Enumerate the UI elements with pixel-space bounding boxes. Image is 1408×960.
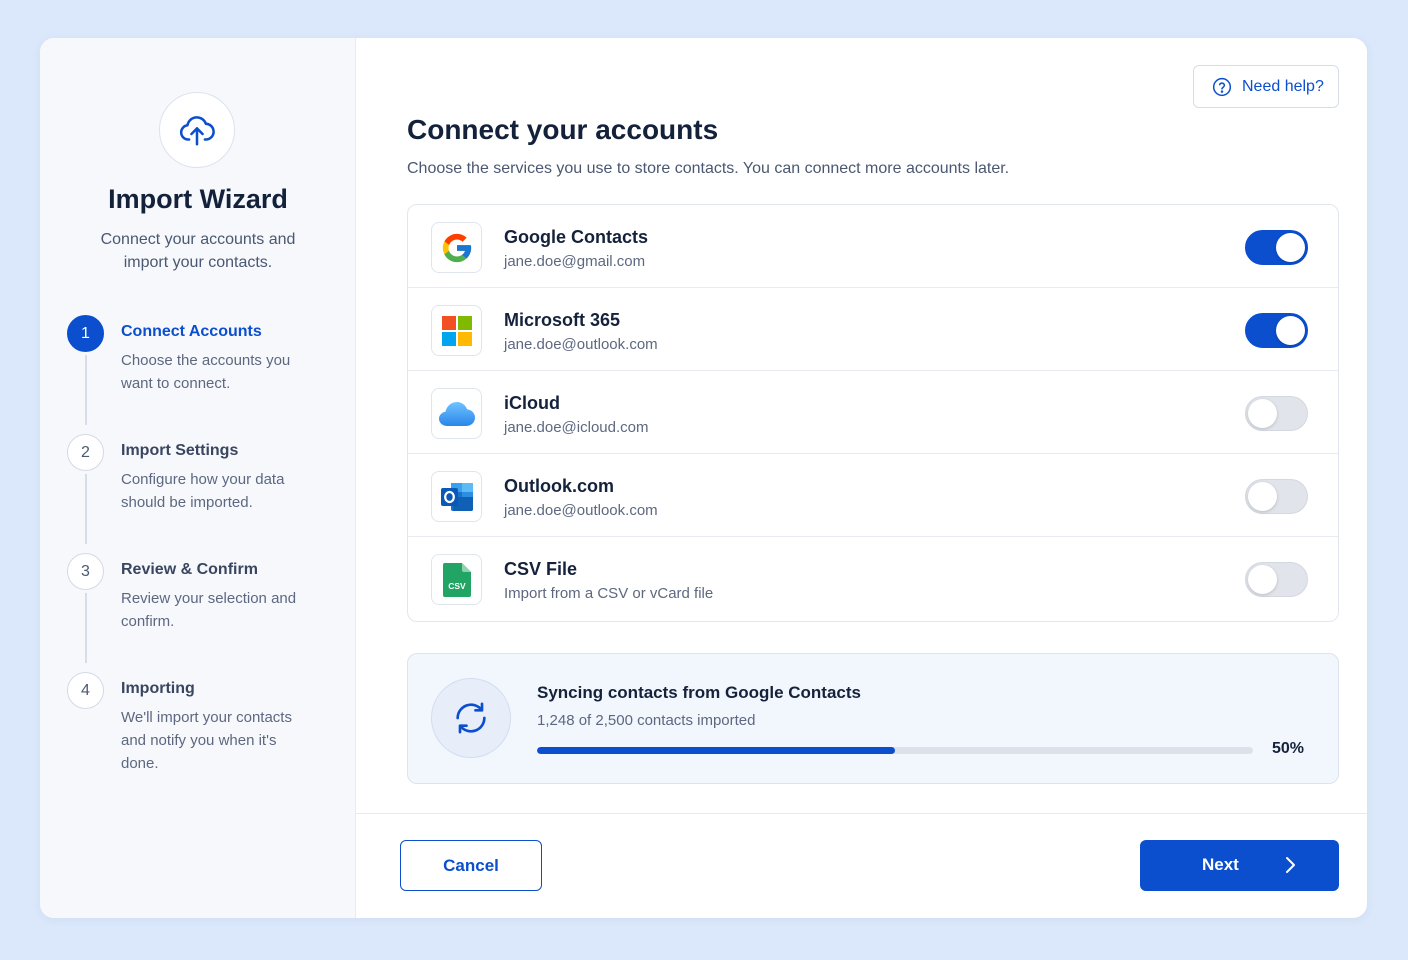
cancel-label: Cancel — [443, 855, 499, 875]
step-connector — [85, 355, 87, 425]
account-name: CSV File — [504, 559, 578, 579]
step-title: Import Settings — [121, 442, 239, 459]
csv-file-toggle[interactable] — [1245, 562, 1308, 597]
icloud-icon — [431, 388, 482, 439]
sync-icon — [456, 702, 486, 734]
page-title: Connect your accounts — [407, 114, 719, 145]
csv-badge-text: CSV — [448, 581, 466, 591]
step-number: 1 — [67, 315, 104, 352]
account-name: Google Contacts — [504, 227, 649, 247]
cloud-upload-icon — [179, 116, 215, 146]
account-detail: Import from a CSV or vCard file — [504, 585, 714, 602]
sync-progress-bar — [537, 747, 1253, 754]
page-subtitle: Choose the services you use to store con… — [407, 160, 1010, 177]
accounts-list: Google Contacts jane.doe@gmail.com Micro… — [407, 204, 1339, 622]
outlook-toggle[interactable] — [1245, 479, 1308, 514]
step-connector — [85, 593, 87, 663]
outlook-icon — [431, 471, 482, 522]
account-name: Outlook.com — [504, 476, 615, 496]
help-circle-icon — [1212, 77, 1232, 96]
microsoft-icon — [431, 305, 482, 356]
wizard-title: Import Wizard — [108, 184, 288, 214]
step-connector — [85, 474, 87, 544]
sync-progress-fill — [537, 747, 895, 754]
account-email: jane.doe@outlook.com — [504, 502, 658, 519]
csv-file-icon: CSV — [431, 554, 482, 605]
google-contacts-toggle[interactable] — [1245, 230, 1308, 265]
step-number: 2 — [67, 434, 104, 471]
account-row-outlook: Outlook.com jane.doe@outlook.com — [408, 454, 1338, 537]
account-email: jane.doe@outlook.com — [504, 336, 658, 353]
step-title: Importing — [121, 680, 195, 697]
account-name: iCloud — [504, 393, 560, 413]
step-importing[interactable]: 4 Importing We'll import your contacts a… — [67, 672, 337, 791]
step-number: 3 — [67, 553, 104, 590]
sync-progress-panel: Syncing contacts from Google Contacts 1,… — [407, 653, 1339, 784]
step-title: Review & Confirm — [121, 561, 258, 578]
account-row-google: Google Contacts jane.doe@gmail.com — [408, 205, 1338, 288]
step-connect-accounts[interactable]: 1 Connect Accounts Choose the accounts y… — [67, 315, 337, 434]
account-email: jane.doe@icloud.com — [504, 419, 649, 436]
wizard-steps: 1 Connect Accounts Choose the accounts y… — [67, 315, 337, 791]
step-review-confirm[interactable]: 3 Review & Confirm Review your selection… — [67, 553, 337, 672]
import-wizard-card: Import Wizard Connect your accounts and … — [40, 38, 1367, 918]
account-row-microsoft-365: Microsoft 365 jane.doe@outlook.com — [408, 288, 1338, 371]
microsoft-365-toggle[interactable] — [1245, 313, 1308, 348]
wizard-subtitle: Connect your accounts and import your co… — [100, 231, 296, 271]
account-email: jane.doe@gmail.com — [504, 253, 646, 270]
cancel-button[interactable]: Cancel — [400, 840, 542, 891]
next-button[interactable]: Next — [1140, 840, 1339, 891]
step-description: Review your selection and confirm. — [121, 590, 297, 630]
cloud-upload-logo — [159, 92, 235, 168]
wizard-sidebar: Import Wizard Connect your accounts and … — [40, 38, 356, 918]
need-help-button[interactable]: Need help? — [1193, 65, 1339, 108]
step-description: We'll import your contacts and notify yo… — [121, 709, 292, 772]
sync-icon-badge — [431, 678, 511, 758]
step-import-settings[interactable]: 2 Import Settings Configure how your dat… — [67, 434, 337, 553]
sync-title: Syncing contacts from Google Contacts — [537, 683, 861, 702]
account-row-icloud: iCloud jane.doe@icloud.com — [408, 371, 1338, 454]
step-description: Choose the accounts you want to connect. — [121, 352, 291, 392]
step-title: Connect Accounts — [121, 323, 262, 340]
footer-divider — [356, 813, 1367, 814]
step-number: 4 — [67, 672, 104, 709]
icloud-toggle[interactable] — [1245, 396, 1308, 431]
google-icon — [431, 222, 482, 273]
help-label: Need help? — [1242, 77, 1324, 95]
step-description: Configure how your data should be import… — [121, 471, 285, 511]
next-label: Next — [1202, 855, 1239, 874]
chevron-right-icon — [1286, 857, 1295, 873]
sync-count: 1,248 of 2,500 contacts imported — [537, 712, 756, 729]
account-row-csv: CSV CSV File Import from a CSV or vCard … — [408, 537, 1338, 619]
sync-progress-percent: 50% — [1272, 740, 1305, 757]
account-name: Microsoft 365 — [504, 310, 621, 330]
